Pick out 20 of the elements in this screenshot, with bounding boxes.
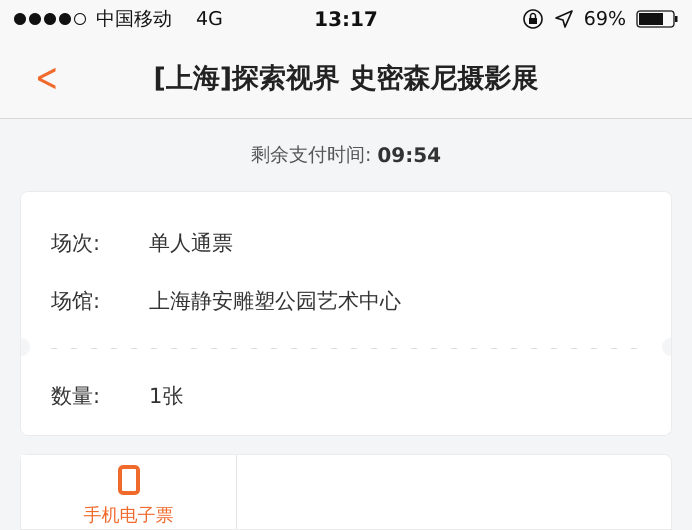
- signal-icon: [14, 13, 86, 25]
- battery-percent: 69%: [584, 8, 626, 30]
- countdown-time: 09:54: [377, 143, 442, 167]
- back-button[interactable]: <: [30, 56, 63, 100]
- page-title: [上海]探索视界 史密森尼摄影展: [152, 62, 540, 96]
- field-label: 场馆:: [51, 288, 102, 315]
- delivery-option[interactable]: 手机电子票: [21, 455, 237, 529]
- field-label: 数量:: [51, 383, 102, 410]
- network-type: 4G: [196, 8, 223, 30]
- carrier-name: 中国移动: [96, 7, 172, 32]
- battery-icon: [636, 10, 678, 28]
- clock-time: 13:17: [314, 7, 378, 31]
- field-label: 场次:: [51, 230, 102, 257]
- countdown-label: 剩余支付时间:: [250, 143, 372, 168]
- phone-icon: [118, 465, 140, 495]
- field-value: 上海静安雕塑公园艺术中心: [149, 288, 401, 315]
- field-value: 1张: [149, 383, 184, 410]
- location-arrow-icon: [554, 9, 574, 29]
- field-value: 单人通票: [149, 230, 233, 257]
- rotation-lock-icon: [522, 8, 544, 30]
